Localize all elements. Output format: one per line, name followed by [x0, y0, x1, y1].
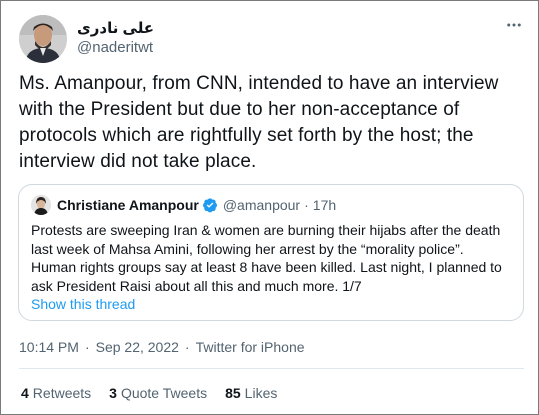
retweets-stat[interactable]: 4 Retweets	[21, 385, 91, 401]
author-avatar[interactable]	[19, 15, 67, 63]
separator-dot: ·	[304, 197, 309, 213]
tweet-date-link[interactable]: Sep 22, 2022	[96, 339, 179, 355]
show-thread-link[interactable]: Show this thread	[31, 296, 135, 312]
tweet-metadata: 10:14 PM · Sep 22, 2022 · Twitter for iPhone	[19, 339, 305, 355]
quote-tweets-count: 3	[109, 385, 117, 401]
retweets-label: Retweets	[32, 385, 92, 401]
quote-tweets-stat[interactable]: 3 Quote Tweets	[109, 385, 207, 401]
quoted-tweet-header: Christiane Amanpour @amanpour · 17h	[31, 195, 336, 215]
likes-count: 85	[225, 385, 241, 401]
tweet-time-link[interactable]: 10:14 PM	[19, 339, 79, 355]
author-name[interactable]: علی نادری	[77, 19, 154, 37]
tweet-card: علی نادری @naderitwt Ms. Amanpour, from …	[0, 0, 539, 415]
quote-tweets-label: Quote Tweets	[120, 385, 208, 401]
likes-label: Likes	[244, 385, 278, 401]
separator-dot: ·	[184, 339, 190, 355]
more-horizontal-icon[interactable]	[502, 15, 526, 35]
retweets-count: 4	[21, 385, 29, 401]
quoted-author-avatar[interactable]	[31, 195, 51, 215]
author-handle[interactable]: @naderitwt	[77, 39, 153, 56]
tweet-text: Ms. Amanpour, from CNN, intended to have…	[19, 73, 499, 172]
quoted-author-handle[interactable]: @amanpour	[223, 197, 300, 213]
quoted-tweet-text: Protests are sweeping Iran & women are b…	[31, 222, 502, 294]
likes-stat[interactable]: 85 Likes	[225, 385, 277, 401]
quoted-author-name[interactable]: Christiane Amanpour	[57, 197, 199, 213]
tweet-header: علی نادری @naderitwt	[19, 15, 524, 63]
tweet-stats: 4 Retweets 3 Quote Tweets 85 Likes	[21, 385, 295, 401]
separator-dot: ·	[84, 339, 90, 355]
verified-badge-icon	[202, 197, 218, 213]
quoted-tweet[interactable]: Christiane Amanpour @amanpour · 17h Prot…	[18, 184, 524, 321]
quoted-timestamp[interactable]: 17h	[313, 197, 336, 213]
divider	[19, 368, 524, 369]
tweet-source-link[interactable]: Twitter for iPhone	[196, 339, 305, 355]
